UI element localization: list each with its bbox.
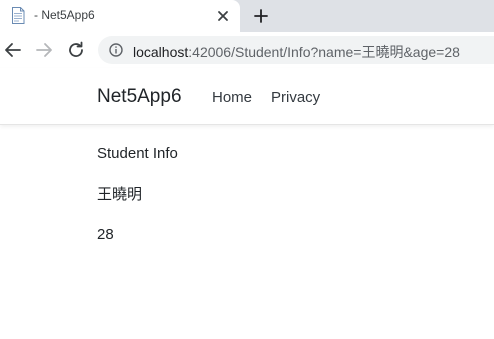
url-text: localhost:42006/Student/Info?name=王曉明&ag… [133, 42, 460, 62]
page-title: Student Info [97, 145, 178, 162]
nav-link-privacy[interactable]: Privacy [271, 89, 320, 106]
plus-icon[interactable] [251, 6, 271, 26]
tab-strip: - Net5App6 [0, 0, 494, 32]
url-path: :42006/Student/Info?name=王曉明&age=28 [188, 44, 460, 60]
url-host: localhost [133, 44, 189, 60]
forward-arrow-icon[interactable] [34, 40, 54, 60]
student-name: 王曉明 [97, 186, 143, 203]
close-icon[interactable] [214, 7, 232, 25]
browser-tab[interactable]: - Net5App6 [0, 0, 240, 32]
document-icon [12, 7, 25, 24]
browser-toolbar: localhost:42006/Student/Info?name=王曉明&ag… [0, 32, 494, 68]
info-icon[interactable] [109, 43, 123, 57]
web-page: Net5App6 Home Privacy Student Info 王曉明 2… [0, 68, 494, 339]
nav-link-home[interactable]: Home [212, 89, 252, 106]
brand-link[interactable]: Net5App6 [97, 86, 182, 108]
address-bar[interactable]: localhost:42006/Student/Info?name=王曉明&ag… [98, 36, 494, 64]
site-navbar: Net5App6 Home Privacy [0, 68, 494, 125]
reload-icon[interactable] [66, 40, 86, 60]
back-arrow-icon[interactable] [3, 40, 23, 60]
student-age: 28 [97, 226, 114, 243]
tab-title: - Net5App6 [34, 8, 95, 22]
